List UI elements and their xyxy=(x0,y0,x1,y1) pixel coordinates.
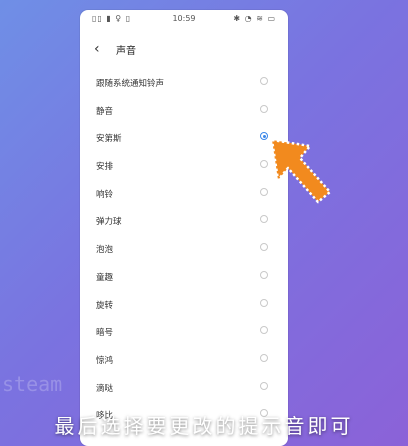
sound-option[interactable]: 静音 xyxy=(80,100,288,128)
sound-option[interactable]: 响铃 xyxy=(80,183,288,211)
sound-option-label: 弹力球 xyxy=(96,217,122,228)
sound-option-label: 跟随系统通知铃声 xyxy=(96,79,165,89)
radio-unselected-icon[interactable] xyxy=(260,215,268,224)
sound-option-label: 滴哒 xyxy=(96,383,114,394)
sound-option-label: 暗号 xyxy=(96,328,114,339)
pointer-arrow-icon xyxy=(270,138,332,204)
status-bar: ▯▯ ▮ ♀ ▯ 10:59 ✱ ◔ ≋ ▭ xyxy=(80,10,288,28)
watermark: steam xyxy=(2,372,63,396)
sound-option[interactable]: 弹力球 xyxy=(80,210,288,238)
radio-unselected-icon[interactable] xyxy=(260,381,268,390)
sound-option-label: 泡泡 xyxy=(96,245,114,256)
sound-option-label: 旋转 xyxy=(96,300,114,311)
sound-option-label: 静音 xyxy=(96,106,114,117)
sound-option[interactable]: 暗号 xyxy=(80,321,288,349)
caption-text: 最后选择要更改的提示音即可 xyxy=(54,414,354,438)
phone-screen: ▯▯ ▮ ♀ ▯ 10:59 ✱ ◔ ≋ ▭ ‹ 声音 跟随系统通知铃声 静音安第… xyxy=(80,10,288,446)
sound-option-label: 童趣 xyxy=(96,272,114,283)
sound-option[interactable]: 安排 xyxy=(80,155,288,183)
sound-option[interactable]: 旋转 xyxy=(80,294,288,322)
radio-unselected-icon[interactable] xyxy=(260,243,268,252)
sound-option[interactable]: 安第斯 xyxy=(80,127,288,155)
status-icons-right: ✱ ◔ ≋ ▭ xyxy=(233,14,276,23)
radio-unselected-icon[interactable] xyxy=(260,77,268,85)
back-arrow-icon[interactable]: ‹ xyxy=(94,40,100,58)
radio-unselected-icon[interactable] xyxy=(260,270,268,279)
sound-list: 跟随系统通知铃声 静音 安第斯 安排 响铃 弹力球 泡泡 童趣 旋转 暗号 惊鸿 滴哒 哆比 xyxy=(80,72,288,432)
sound-option[interactable]: 滴哒 xyxy=(80,377,288,405)
sound-option[interactable]: 惊鸿 xyxy=(80,349,288,377)
page-header: ‹ 声音 xyxy=(80,38,288,62)
sound-option-label: 惊鸿 xyxy=(96,355,114,366)
sound-option[interactable]: 童趣 xyxy=(80,266,288,294)
sound-option[interactable]: 跟随系统通知铃声 xyxy=(80,72,288,100)
sound-option-label: 安第斯 xyxy=(96,134,122,145)
page-title: 声音 xyxy=(116,46,136,57)
radio-unselected-icon[interactable] xyxy=(260,326,268,335)
radio-unselected-icon[interactable] xyxy=(260,298,268,307)
sound-option-label: 安排 xyxy=(96,162,114,173)
sound-option-label: 响铃 xyxy=(96,189,114,200)
sound-option[interactable]: 泡泡 xyxy=(80,238,288,266)
radio-unselected-icon[interactable] xyxy=(260,353,268,362)
radio-unselected-icon[interactable] xyxy=(260,104,268,113)
